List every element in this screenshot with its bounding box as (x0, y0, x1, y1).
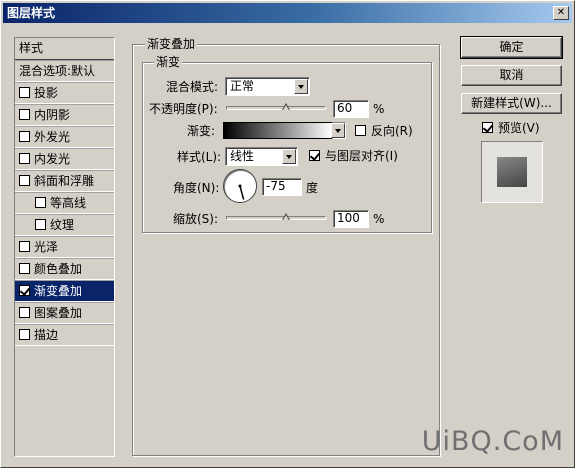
styles-list-item[interactable]: 描边 (15, 324, 114, 346)
angle-dial[interactable] (223, 169, 257, 203)
align-with-layer-checkbox[interactable] (309, 150, 320, 161)
watermark: UiBQ.CoM (421, 426, 564, 457)
styles-list-header[interactable]: 样式 (15, 38, 114, 60)
styles-list: 样式 混合选项:默认投影内阴影外发光内发光斜面和浮雕等高线纹理光泽颜色叠加渐变叠… (14, 37, 115, 457)
style-preview-swatch (497, 157, 527, 187)
opacity-label: 不透明度(P): (149, 102, 218, 116)
style-checkbox[interactable] (19, 131, 30, 142)
style-value: 线性 (230, 149, 255, 163)
style-checkbox[interactable] (19, 307, 30, 318)
chevron-down-icon[interactable] (282, 149, 296, 164)
styles-list-item-label: 斜面和浮雕 (34, 174, 95, 188)
styles-list-item[interactable]: 内发光 (15, 148, 114, 170)
scale-label: 缩放(S): (173, 212, 219, 226)
styles-list-item-label: 投影 (34, 86, 59, 100)
style-checkbox[interactable] (19, 263, 30, 274)
style-checkbox[interactable] (19, 87, 30, 98)
scale-slider-track[interactable] (226, 216, 326, 220)
styles-list-item-label: 内发光 (34, 152, 71, 166)
styles-list-item-label: 光泽 (34, 240, 59, 254)
styles-list-item[interactable]: 纹理 (15, 214, 114, 236)
styles-list-item[interactable]: 颜色叠加 (15, 258, 114, 280)
cancel-button[interactable]: 取消 (461, 65, 562, 86)
new-style-button[interactable]: 新建样式(W)... (461, 93, 562, 114)
preview-label: 预览(V) (498, 121, 540, 135)
styles-list-item-label: 图案叠加 (34, 306, 83, 320)
styles-list-item-label: 内阴影 (34, 108, 71, 122)
styles-list-item-label: 外发光 (34, 130, 71, 144)
angle-label: 角度(N): (173, 181, 220, 195)
opacity-percent: % (373, 102, 385, 116)
window-title: 图层样式 (7, 6, 56, 20)
style-checkbox[interactable] (19, 153, 30, 164)
align-with-layer-label: 与图层对齐(I) (325, 149, 398, 163)
reverse-label: 反向(R) (371, 124, 413, 138)
styles-list-item-label: 纹理 (50, 218, 75, 232)
styles-list-item-label: 混合选项:默认 (19, 64, 96, 78)
scale-slider-thumb[interactable] (282, 213, 291, 222)
styles-list-item[interactable]: 等高线 (15, 192, 114, 214)
angle-unit: 度 (306, 181, 319, 195)
styles-list-item-label: 颜色叠加 (34, 262, 83, 276)
styles-list-item-label: 渐变叠加 (34, 284, 83, 298)
styles-list-item-label: 描边 (34, 328, 59, 342)
styles-list-item[interactable]: 外发光 (15, 126, 114, 148)
chevron-down-icon[interactable] (294, 79, 308, 94)
scale-percent: % (373, 212, 385, 226)
style-label: 样式(L): (177, 150, 222, 164)
preview-checkbox[interactable] (482, 122, 493, 133)
style-checkbox[interactable] (19, 109, 30, 120)
style-checkbox[interactable] (35, 219, 46, 230)
styles-list-item[interactable]: 混合选项:默认 (15, 60, 114, 82)
chevron-down-icon[interactable] (331, 123, 345, 138)
angle-input[interactable]: -75 (262, 178, 302, 196)
gradient-overlay-title: 渐变叠加 (145, 37, 198, 51)
ok-button[interactable]: 确定 (460, 36, 563, 59)
gradient-picker-dropdown[interactable] (331, 122, 346, 139)
reverse-checkbox[interactable] (355, 125, 366, 136)
gradient-subgroup-title: 渐变 (154, 55, 183, 69)
styles-list-item[interactable]: 渐变叠加 (15, 280, 114, 302)
opacity-input[interactable]: 60 (333, 100, 369, 118)
style-preview (481, 141, 543, 203)
title-bar[interactable]: 图层样式 ✕ (3, 3, 572, 23)
styles-list-item[interactable]: 内阴影 (15, 104, 114, 126)
style-checkbox[interactable] (19, 329, 30, 340)
style-select[interactable]: 线性 (225, 147, 298, 166)
blend-mode-select[interactable]: 正常 (225, 77, 310, 96)
opacity-slider-thumb[interactable] (282, 103, 291, 112)
style-checkbox[interactable] (35, 197, 46, 208)
layer-style-dialog: 图层样式 ✕ 样式 混合选项:默认投影内阴影外发光内发光斜面和浮雕等高线纹理光泽… (0, 0, 575, 468)
style-checkbox[interactable] (19, 175, 30, 186)
blend-mode-value: 正常 (230, 79, 255, 93)
angle-dial-needle (238, 184, 245, 200)
styles-list-item[interactable]: 光泽 (15, 236, 114, 258)
close-icon[interactable]: ✕ (553, 6, 569, 20)
gradient-swatch[interactable] (223, 122, 333, 139)
styles-list-item[interactable]: 斜面和浮雕 (15, 170, 114, 192)
gradient-label: 渐变: (187, 124, 216, 138)
style-checkbox[interactable] (19, 241, 30, 252)
opacity-slider-track[interactable] (226, 106, 326, 110)
styles-list-item[interactable]: 投影 (15, 82, 114, 104)
styles-list-item[interactable]: 图案叠加 (15, 302, 114, 324)
scale-input[interactable]: 100 (333, 210, 369, 228)
style-checkbox[interactable] (19, 285, 30, 296)
styles-list-item-label: 等高线 (50, 196, 87, 210)
blend-mode-label: 混合模式: (166, 80, 219, 94)
